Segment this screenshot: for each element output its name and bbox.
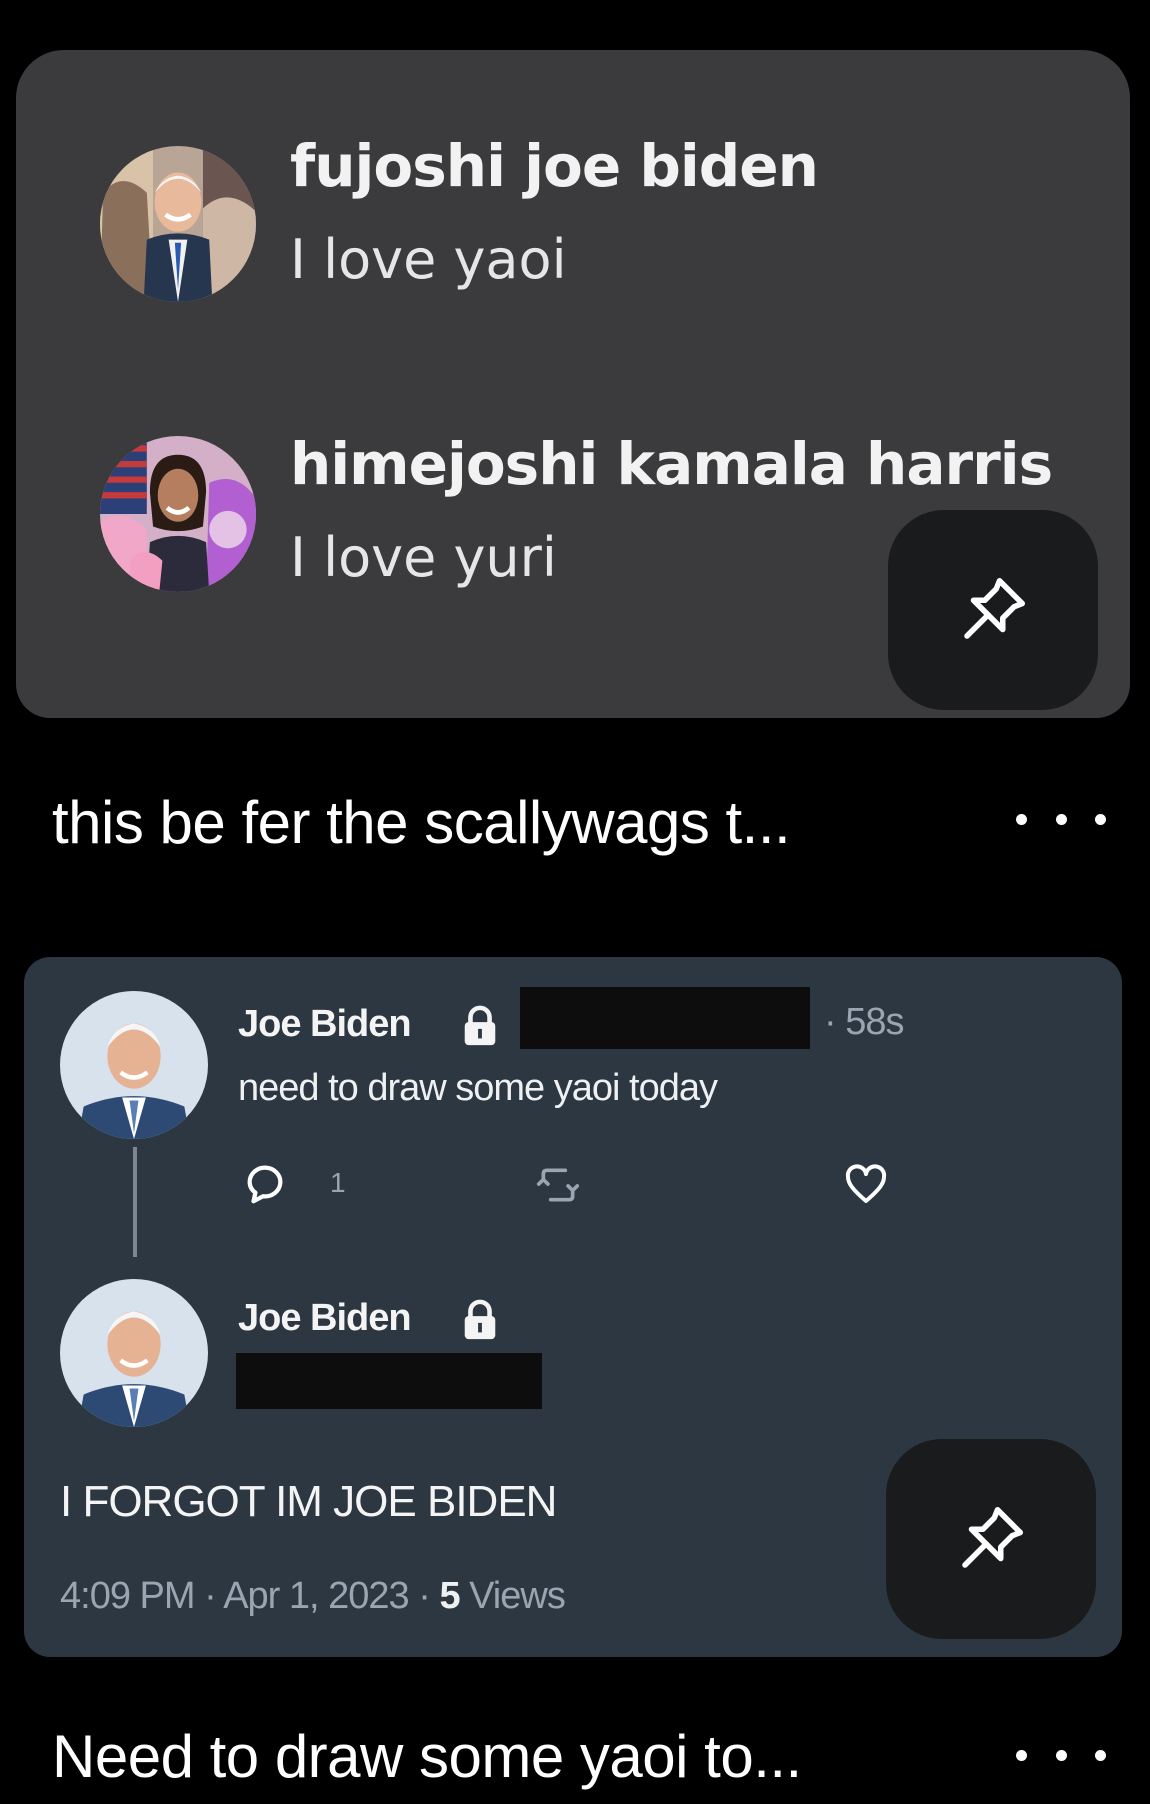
pushpin-icon — [964, 577, 1026, 639]
views-count: 5 — [439, 1575, 460, 1617]
biden-portrait-avatar — [60, 1279, 208, 1427]
retweet-icon[interactable] — [536, 1163, 580, 1207]
pin-button[interactable] — [888, 510, 1098, 710]
tweet-time-ago[interactable]: · 58s — [824, 1001, 904, 1044]
pushpin-icon — [962, 1506, 1024, 1568]
reply-author-name[interactable]: Joe Biden — [238, 1297, 412, 1340]
avatar-fujoshi-joe-biden[interactable] — [100, 146, 256, 302]
reply-bubble-icon[interactable] — [242, 1161, 288, 1207]
reply-count: 1 — [330, 1167, 346, 1198]
tweet-timestamp: 4:09 PM · Apr 1, 2023 · 5 Views — [60, 1575, 566, 1617]
lock-icon — [464, 1005, 496, 1046]
avatar-himejoshi-kamala-harris[interactable] — [100, 436, 256, 592]
more-horizontal-icon — [1016, 813, 1027, 825]
tweet-card: Joe Biden · 58s need to draw some yaoi t… — [24, 957, 1122, 1657]
chat-name[interactable]: fujoshi joe biden — [290, 132, 819, 200]
reply-text: I FORGOT IM JOE BIDEN — [60, 1477, 557, 1526]
pin-button[interactable] — [886, 1439, 1096, 1639]
redacted-handle — [236, 1353, 542, 1409]
redacted-handle — [520, 987, 810, 1049]
tweet-text: need to draw some yaoi today — [238, 1067, 718, 1109]
more-options-button[interactable] — [1016, 1740, 1106, 1770]
thread-connector-line — [133, 1147, 137, 1257]
tweet-author-name[interactable]: Joe Biden — [238, 1003, 412, 1046]
biden-portrait-avatar — [60, 991, 208, 1139]
chat-list-card: fujoshi joe biden I love yaoi himejoshi … — [16, 50, 1130, 718]
chat-name[interactable]: himejoshi kamala harris — [290, 430, 1053, 498]
chat-status: I love yaoi — [290, 228, 567, 291]
post-caption[interactable]: Need to draw some yaoi to... — [52, 1722, 802, 1791]
chat-status: I love yuri — [290, 526, 557, 589]
more-horizontal-icon — [1016, 1749, 1027, 1761]
biden-collage-avatar — [100, 146, 256, 302]
harris-collage-avatar — [100, 436, 256, 592]
post-caption[interactable]: this be fer the scallywags t... — [52, 788, 791, 857]
author-avatar[interactable] — [60, 991, 208, 1139]
more-options-button[interactable] — [1016, 804, 1106, 834]
reply-author-avatar[interactable] — [60, 1279, 208, 1427]
lock-icon — [464, 1299, 496, 1340]
heart-icon[interactable] — [842, 1161, 890, 1209]
